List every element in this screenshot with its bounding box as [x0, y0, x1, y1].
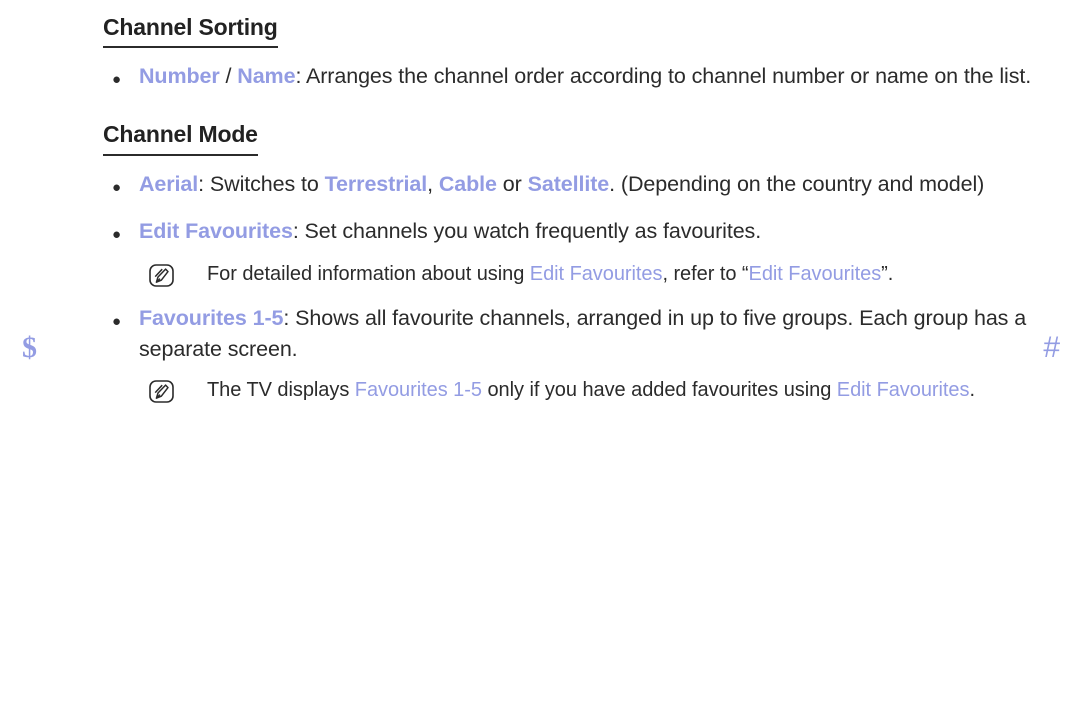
- bullet-text: Favourites 1-5: Shows all favourite chan…: [139, 303, 1033, 366]
- text-run: . (Depending on the country and model): [609, 171, 985, 196]
- bullet-dot-icon: [103, 169, 139, 203]
- bullet-text: Aerial: Switches to Terrestrial, Cable o…: [139, 169, 1033, 201]
- note-pencil-icon: [149, 264, 174, 287]
- bullet-item: Edit Favourites: Set channels you watch …: [103, 216, 1033, 250]
- keyword-text: Edit Favourites: [836, 378, 970, 401]
- text-run: : Set channels you watch frequently as f…: [292, 218, 762, 243]
- text-run: For detailed information about using: [207, 262, 530, 285]
- keyword-text: Cable: [438, 171, 497, 196]
- keyword-text: Name: [237, 64, 296, 89]
- keyword-text: Terrestrial: [324, 171, 428, 196]
- dollar-marker-icon: $: [22, 331, 37, 364]
- text-run: .: [969, 378, 975, 401]
- bullet-item: Number / Name: Arranges the channel orde…: [103, 61, 1033, 95]
- text-run: only if you have added favourites using: [481, 378, 837, 401]
- text-run: The TV displays: [207, 378, 355, 401]
- note-pencil-icon: [149, 380, 174, 403]
- note-item: The TV displays Favourites 1-5 only if y…: [149, 375, 1033, 406]
- section-heading: Channel Mode: [103, 121, 258, 156]
- note-pencil-icon-wrap: [149, 259, 207, 287]
- section-heading-wrap: Channel Sorting: [103, 14, 1033, 49]
- content-column: Channel Sorting Number / Name: Arranges t…: [103, 6, 1033, 406]
- text-run: , refer to “: [662, 262, 749, 285]
- keyword-text: Edit Favourites: [139, 218, 293, 243]
- bullet-text: Edit Favourites: Set channels you watch …: [139, 216, 1033, 248]
- keyword-text: Favourites 1-5: [354, 378, 482, 401]
- bullet-item: Aerial: Switches to Terrestrial, Cable o…: [103, 169, 1033, 203]
- text-run: : Arranges the channel order according t…: [295, 64, 1032, 89]
- text-run: or: [496, 171, 528, 196]
- text-run: /: [219, 64, 238, 89]
- section-heading-wrap: Channel Mode: [103, 121, 1033, 156]
- keyword-text: Number: [139, 64, 220, 89]
- keyword-text: Satellite: [527, 171, 610, 196]
- keyword-text: Favourites 1-5: [139, 305, 284, 330]
- keyword-text: Aerial: [139, 171, 199, 196]
- bullet-dot-icon: [103, 303, 139, 337]
- text-run: ”.: [881, 262, 894, 285]
- text-run: : Switches to: [198, 171, 325, 196]
- bullet-text: Number / Name: Arranges the channel orde…: [139, 61, 1033, 93]
- manual-page: $ # Channel Sorting Number / Name: Arrang…: [0, 0, 1080, 705]
- section-heading: Channel Sorting: [103, 14, 278, 49]
- bullet-dot-icon: [103, 216, 139, 250]
- bullet-item: Favourites 1-5: Shows all favourite chan…: [103, 303, 1033, 366]
- note-text: The TV displays Favourites 1-5 only if y…: [207, 375, 1033, 406]
- note-text: For detailed information about using Edi…: [207, 259, 1033, 290]
- note-pencil-icon-wrap: [149, 375, 207, 403]
- hash-marker-icon: #: [1043, 331, 1060, 364]
- text-run: ,: [427, 171, 439, 196]
- keyword-text: Edit Favourites: [529, 262, 663, 285]
- bullet-dot-icon: [103, 61, 139, 95]
- note-item: For detailed information about using Edi…: [149, 259, 1033, 290]
- keyword-text: Edit Favourites: [748, 262, 882, 285]
